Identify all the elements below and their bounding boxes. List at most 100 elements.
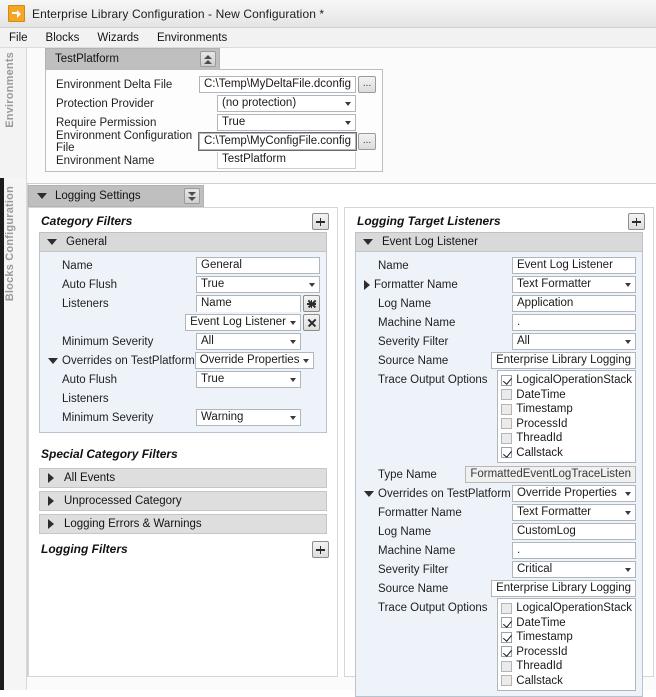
row-listener-severity-filter: Severity Filter All [360,332,636,351]
remove-listener-button[interactable] [303,314,320,331]
checkbox-timestamp[interactable] [501,403,513,415]
checkbox-row-threadid[interactable]: ThreadId [501,431,632,446]
select-category-overrides[interactable]: Override Properties [194,352,315,369]
select-category-minimum-severity[interactable]: All [196,333,301,350]
triangle-down-icon[interactable] [48,357,58,364]
title-bar: Enterprise Library Configuration - New C… [0,0,656,28]
add-target-listener-button[interactable] [628,213,645,230]
checkbox-override-threadid[interactable] [501,660,513,672]
triangle-down-icon[interactable] [364,490,374,497]
target-listener-card-header[interactable]: Event Log Listener [356,233,642,252]
browse-environment-configuration-file-button[interactable]: ... [358,133,376,150]
checkbox-row-override-threadid[interactable]: ThreadId [501,659,632,674]
checkbox-row-processid[interactable]: ProcessId [501,417,632,432]
select-category-auto-flush[interactable]: True [196,276,320,293]
label-listener-source-name: Source Name [378,354,449,367]
checkbox-callstack[interactable] [501,447,513,459]
category-filter-card-general: General Name General Auto Flush True Lis… [39,232,327,433]
checkbox-threadid[interactable] [501,432,513,444]
input-environment-name[interactable]: TestPlatform [217,152,356,169]
checkbox-override-timestamp[interactable] [501,631,513,643]
browse-environment-delta-file-button[interactable]: ... [358,76,376,93]
input-listener-machine-name[interactable]: . [512,314,636,331]
category-filter-card-title: General [66,236,107,248]
label-listener-name: Name [378,259,409,272]
select-listener-overrides[interactable]: Override Properties [512,485,636,502]
checkbox-row-callstack[interactable]: Callstack [501,446,632,461]
menu-blocks[interactable]: Blocks [37,30,89,46]
label-listener-severity-filter: Severity Filter [378,335,449,348]
menu-environments[interactable]: Environments [148,30,236,46]
select-listener-severity-filter[interactable]: All [512,333,636,350]
add-listener-button[interactable] [303,295,320,312]
input-category-name[interactable]: General [196,257,320,274]
add-logging-filter-button[interactable] [312,541,329,558]
select-category-override-auto-flush[interactable]: True [196,371,301,388]
row-environment-delta-file: Environment Delta File C:\Temp\MyDeltaFi… [52,75,376,94]
label-listener-override-machine-name: Machine Name [378,544,456,557]
checkbox-override-callstack[interactable] [501,675,513,687]
checkbox-label-override-processid: ProcessId [516,645,568,658]
label-environment-delta-file: Environment Delta File [56,78,173,91]
chevron-double-down-icon[interactable] [184,188,200,204]
logging-settings-header[interactable]: Logging Settings [28,185,204,207]
blocks-configuration-rail[interactable]: Blocks Configuration [0,178,27,690]
checkbox-override-datetime[interactable] [501,617,513,629]
checkbox-datetime[interactable] [501,389,513,401]
checkbox-label-override-callstack: Callstack [516,674,563,687]
row-listener-formatter-name: Formatter Name Text Formatter [360,275,636,294]
special-filter-all-events[interactable]: All Events [39,468,327,488]
input-listener-log-name[interactable]: Application [512,295,636,312]
chevron-double-up-icon[interactable] [200,51,216,67]
checkbox-logicaloperationstack[interactable] [501,374,513,386]
select-listener-override-formatter-name[interactable]: Text Formatter [512,504,636,521]
checkbox-row-datetime[interactable]: DateTime [501,388,632,403]
input-listener-override-source-name[interactable]: Enterprise Library Logging [491,580,636,597]
select-category-override-minimum-severity[interactable]: Warning [196,409,301,426]
special-filter-unprocessed-category-label: Unprocessed Category [64,495,182,507]
special-filter-unprocessed-category[interactable]: Unprocessed Category [39,491,327,511]
checkbox-override-processid[interactable] [501,646,513,658]
select-listener-formatter-name[interactable]: Text Formatter [512,276,636,293]
select-category-listener[interactable]: Event Log Listener [185,314,301,331]
environments-rail[interactable]: Environments [0,48,27,178]
input-listener-name[interactable]: Event Log Listener [512,257,636,274]
checkbox-processid[interactable] [501,418,513,430]
select-require-permission[interactable]: True [217,114,356,131]
triangle-right-icon[interactable] [48,519,54,529]
add-category-filter-button[interactable] [312,213,329,230]
checkbox-row-timestamp[interactable]: Timestamp [501,402,632,417]
target-listener-properties: Name Event Log Listener Formatter Name T… [356,252,642,696]
environment-panel-header[interactable]: TestPlatform [45,48,220,69]
checkbox-row-override-logicaloperationstack[interactable]: LogicalOperationStack [501,601,632,616]
checkbox-row-override-processid[interactable]: ProcessId [501,645,632,660]
checkbox-row-override-timestamp[interactable]: Timestamp [501,630,632,645]
checkbox-row-override-datetime[interactable]: DateTime [501,616,632,631]
label-listener-override-severity-filter: Severity Filter [378,563,449,576]
checkbox-row-override-callstack[interactable]: Callstack [501,674,632,689]
target-listener-card-event-log: Event Log Listener Name Event Log Listen… [355,232,643,697]
input-environment-delta-file[interactable]: C:\Temp\MyDeltaFile.dconfig [199,76,356,93]
select-protection-provider[interactable]: (no protection) [217,95,356,112]
select-listener-override-severity-filter[interactable]: Critical [512,561,636,578]
triangle-right-icon[interactable] [48,473,54,483]
input-listener-override-log-name[interactable]: CustomLog [512,523,636,540]
triangle-down-icon[interactable] [363,239,373,245]
row-listener-name: Name Event Log Listener [360,256,636,275]
triangle-right-icon[interactable] [364,279,370,290]
label-category-overrides-text: Overrides on TestPlatform [62,354,195,367]
environment-properties: Environment Delta File C:\Temp\MyDeltaFi… [45,69,383,172]
category-filter-card-header[interactable]: General [40,233,326,252]
input-listener-override-machine-name[interactable]: . [512,542,636,559]
input-listener-source-name[interactable]: Enterprise Library Logging [491,352,636,369]
triangle-down-icon[interactable] [47,239,57,245]
input-environment-configuration-file[interactable]: C:\Temp\MyConfigFile.config [198,132,357,151]
checkbox-row-logicaloperationstack[interactable]: LogicalOperationStack [501,373,632,388]
triangle-right-icon[interactable] [48,496,54,506]
menu-file[interactable]: File [0,30,37,46]
checkbox-override-logicaloperationstack[interactable] [501,602,513,614]
special-filter-logging-errors-warnings[interactable]: Logging Errors & Warnings [39,514,327,534]
triangle-down-icon[interactable] [37,193,47,199]
label-category-override-listeners: Listeners [62,392,109,405]
menu-wizards[interactable]: Wizards [88,30,148,46]
